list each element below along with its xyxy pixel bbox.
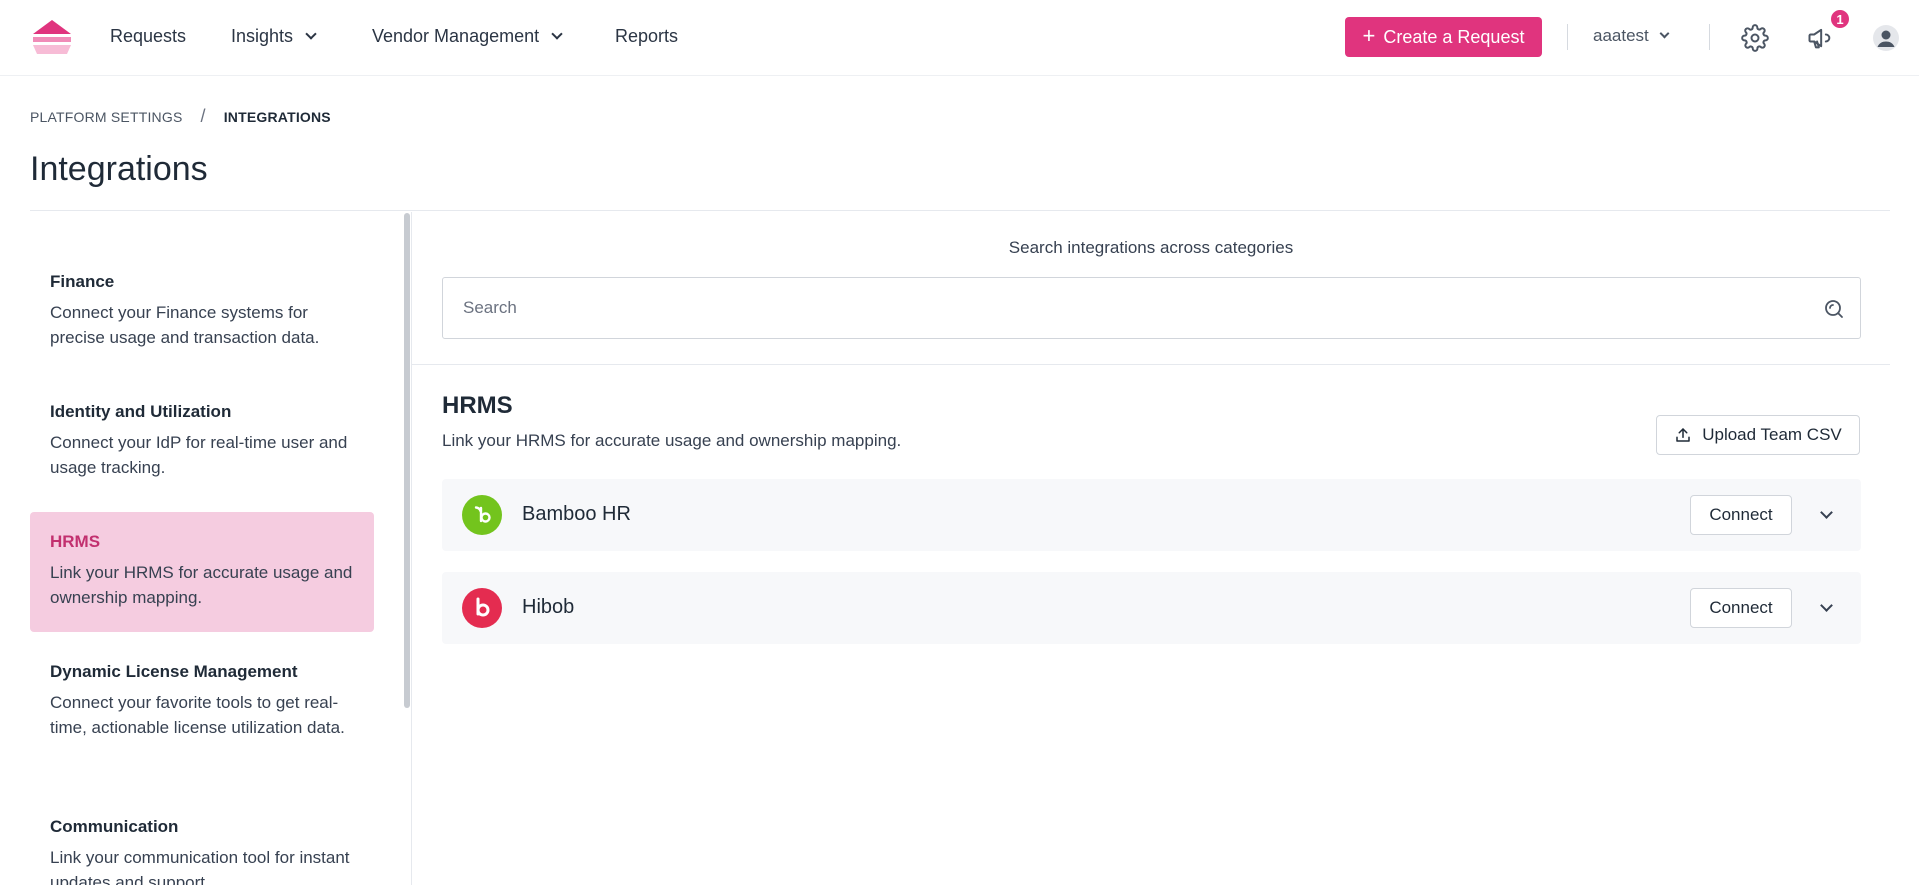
hibob-logo-icon xyxy=(462,588,502,628)
plus-icon: + xyxy=(1362,23,1376,48)
category-title: Finance xyxy=(50,272,115,291)
create-request-label: Create a Request xyxy=(1383,26,1525,47)
chevron-down-icon xyxy=(551,28,563,40)
bamboohr-logo-icon xyxy=(462,495,502,535)
category-sidebar: Finance Connect your Finance systems for… xyxy=(30,212,406,885)
nav-insights-label: Insights xyxy=(231,26,294,46)
integration-name: Bamboo HR xyxy=(522,503,631,525)
connect-button[interactable]: Connect xyxy=(1690,495,1792,535)
integration-row-hibob: Hibob Connect xyxy=(442,572,1861,644)
nav-reports[interactable]: Reports xyxy=(615,26,678,47)
integration-name: Hibob xyxy=(522,596,575,618)
integration-row-bamboo-hr: Bamboo HR Connect xyxy=(442,479,1861,551)
chevron-down-icon[interactable] xyxy=(1814,503,1838,527)
nav-insights[interactable]: Insights xyxy=(231,26,317,47)
brand-logo-icon[interactable] xyxy=(31,18,73,56)
account-switcher[interactable]: aaatest xyxy=(1593,26,1670,46)
divider xyxy=(1709,24,1710,50)
chevron-down-icon xyxy=(305,28,317,40)
gear-icon[interactable] xyxy=(1741,24,1769,52)
category-title: Identity and Utilization xyxy=(50,402,232,421)
section-description: Link your HRMS for accurate usage and ow… xyxy=(442,431,902,450)
upload-team-csv-label: Upload Team CSV xyxy=(1702,425,1842,444)
upload-team-csv-button[interactable]: Upload Team CSV xyxy=(1656,415,1860,455)
chevron-down-icon xyxy=(1659,28,1670,39)
search-icon[interactable] xyxy=(1822,297,1846,321)
page-title: Integrations xyxy=(30,150,208,188)
create-request-button[interactable]: + Create a Request xyxy=(1345,17,1542,57)
category-description: Connect your IdP for real-time user and … xyxy=(50,433,348,477)
category-finance[interactable]: Finance Connect your Finance systems for… xyxy=(30,272,374,350)
breadcrumb-current: INTEGRATIONS xyxy=(223,108,331,125)
avatar-icon[interactable] xyxy=(1872,24,1900,52)
search-input[interactable] xyxy=(443,278,1860,338)
breadcrumb: PLATFORM SETTINGS / INTEGRATIONS xyxy=(30,106,331,127)
nav-vendor-management-label: Vendor Management xyxy=(372,26,540,46)
divider xyxy=(411,212,412,885)
nav-requests[interactable]: Requests xyxy=(110,26,186,47)
category-description: Connect your Finance systems for precise… xyxy=(50,303,320,347)
notification-count-badge: 1 xyxy=(1829,8,1851,30)
search-label: Search integrations across categories xyxy=(1008,238,1294,257)
category-description: Link your communication tool for instant… xyxy=(50,848,350,885)
breadcrumb-separator: / xyxy=(200,106,206,126)
account-name: aaatest xyxy=(1593,26,1649,45)
chevron-down-icon[interactable] xyxy=(1814,596,1838,620)
category-title: Dynamic License Management xyxy=(50,662,298,681)
nav-reports-label: Reports xyxy=(615,26,679,46)
breadcrumb-platform-settings[interactable]: PLATFORM SETTINGS xyxy=(30,109,183,125)
category-identity-utilization[interactable]: Identity and Utilization Connect your Id… xyxy=(30,402,374,480)
top-nav: Requests Insights Vendor Management Repo… xyxy=(0,0,1919,76)
category-communication[interactable]: Communication Link your communication to… xyxy=(30,817,374,885)
sidebar-scrollbar[interactable] xyxy=(404,213,410,708)
divider xyxy=(1567,24,1568,50)
divider xyxy=(30,210,1890,211)
nav-requests-label: Requests xyxy=(110,26,187,46)
connect-button[interactable]: Connect xyxy=(1690,588,1792,628)
section-title: HRMS xyxy=(442,392,513,419)
megaphone-icon[interactable] xyxy=(1806,24,1834,52)
nav-vendor-management[interactable]: Vendor Management xyxy=(372,26,563,47)
category-title: HRMS xyxy=(50,532,101,551)
category-title: Communication xyxy=(50,817,179,836)
upload-icon xyxy=(1676,428,1690,442)
divider xyxy=(412,364,1890,365)
search-box xyxy=(442,277,1861,339)
category-description: Link your HRMS for accurate usage and ow… xyxy=(50,563,353,607)
category-dynamic-license-management[interactable]: Dynamic License Management Connect your … xyxy=(30,662,374,740)
category-hrms[interactable]: HRMS Link your HRMS for accurate usage a… xyxy=(30,512,374,632)
category-description: Connect your favorite tools to get real-… xyxy=(50,693,345,737)
